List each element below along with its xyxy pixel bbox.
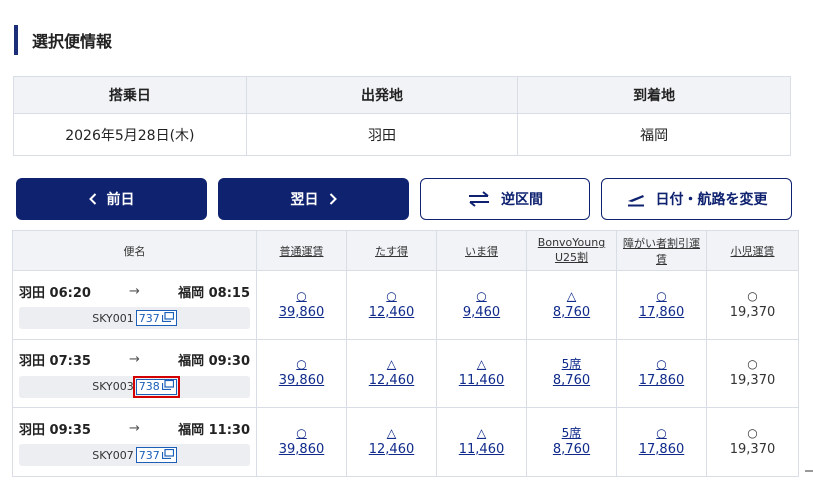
arrival-time: 福岡 08:15 bbox=[178, 285, 250, 301]
plane-takeoff-icon bbox=[626, 191, 646, 207]
departure-time: 羽田 09:35 bbox=[19, 422, 91, 438]
fare-cell[interactable]: 5席 8,760 bbox=[526, 407, 617, 477]
new-window-icon bbox=[161, 380, 174, 393]
fare-cell[interactable]: 5席 8,760 bbox=[526, 338, 617, 408]
flight-number-box: SKY003 738 bbox=[19, 375, 250, 398]
next-day-label: 翌日 bbox=[290, 192, 319, 208]
prev-day-button[interactable]: 前日 bbox=[16, 178, 207, 220]
departure-value: 羽田 bbox=[245, 113, 519, 156]
flight-number-box: SKY001 737 bbox=[19, 307, 250, 330]
fare-cell[interactable]: ○ 17,860 bbox=[616, 407, 707, 477]
fare-cell[interactable]: △ 12,460 bbox=[346, 338, 437, 408]
change-date-route-button[interactable]: 日付・航路を変更 bbox=[601, 178, 792, 220]
chevron-left-icon bbox=[88, 193, 97, 205]
flight-info-cell: 羽田 07:35 → 福岡 09:30 SKY003 738 bbox=[12, 338, 257, 408]
fare-header-child[interactable]: 小児運賃 bbox=[706, 230, 799, 271]
fare-cell[interactable]: ○ 17,860 bbox=[616, 338, 707, 408]
fare-cell[interactable]: △ 11,460 bbox=[436, 407, 527, 477]
boarding-date-header: 搭乗日 bbox=[13, 76, 247, 114]
route-arrow: → bbox=[129, 283, 140, 299]
fare-cell-child: ○ 19,370 bbox=[706, 270, 799, 340]
scrollbar-indicator[interactable] bbox=[805, 470, 813, 472]
flight-number: SKY003 bbox=[92, 380, 134, 394]
fare-header-row: 便名 普通運賃 たす得 いま得 BonvoYoung U25割 障がい者割引運賃… bbox=[12, 230, 799, 271]
swap-arrows-icon bbox=[467, 191, 491, 207]
arrival-time: 福岡 11:30 bbox=[178, 422, 250, 438]
arrival-time: 福岡 09:30 bbox=[178, 354, 250, 370]
fare-cell[interactable]: ○ 39,860 bbox=[256, 407, 347, 477]
aircraft-type-link[interactable]: 737 bbox=[135, 447, 177, 464]
fare-header-u25[interactable]: BonvoYoung U25割 bbox=[526, 230, 617, 271]
fare-header-tasutoku[interactable]: たす得 bbox=[346, 230, 437, 271]
fare-cell[interactable]: ○ 39,860 bbox=[256, 338, 347, 408]
selected-flight-info-table: 搭乗日 出発地 到着地 2026年5月28日(木) 羽田 福岡 bbox=[13, 76, 791, 156]
new-window-icon bbox=[161, 448, 174, 462]
flight-number-box: SKY007 737 bbox=[19, 444, 250, 467]
departure-header: 出発地 bbox=[245, 76, 519, 114]
reverse-route-label: 逆区間 bbox=[501, 192, 543, 208]
flight-name-header: 便名 bbox=[12, 230, 257, 271]
section-title-bar bbox=[14, 25, 18, 55]
fare-cell[interactable]: ○ 12,460 bbox=[346, 270, 437, 340]
flight-row: 羽田 06:20 → 福岡 08:15 SKY001 737 ○ 39,860 ○… bbox=[12, 270, 799, 340]
change-date-route-label: 日付・航路を変更 bbox=[655, 192, 768, 208]
fare-cell-child: ○ 19,370 bbox=[706, 407, 799, 477]
aircraft-type-link[interactable]: 737 bbox=[135, 310, 177, 327]
next-day-button[interactable]: 翌日 bbox=[218, 178, 409, 220]
flight-fare-table: 便名 普通運賃 たす得 いま得 BonvoYoung U25割 障がい者割引運賃… bbox=[12, 230, 799, 477]
aircraft-type-link-highlighted[interactable]: 738 bbox=[132, 375, 180, 398]
new-window-icon bbox=[161, 311, 174, 325]
fare-header-normal[interactable]: 普通運賃 bbox=[256, 230, 347, 271]
flight-row: 羽田 07:35 → 福岡 09:30 SKY003 738 ○ 39,860 △… bbox=[12, 338, 799, 408]
arrival-value: 福岡 bbox=[517, 113, 791, 156]
flight-number: SKY007 bbox=[92, 448, 134, 462]
fare-cell[interactable]: ○ 9,460 bbox=[436, 270, 527, 340]
chevron-right-icon bbox=[329, 193, 337, 205]
section-title: 選択便情報 bbox=[14, 24, 112, 56]
flight-info-cell: 羽田 06:20 → 福岡 08:15 SKY001 737 bbox=[12, 270, 257, 340]
flight-row: 羽田 09:35 → 福岡 11:30 SKY007 737 ○ 39,860 △… bbox=[12, 407, 799, 477]
fare-cell[interactable]: △ 8,760 bbox=[526, 270, 617, 340]
flight-info-cell: 羽田 09:35 → 福岡 11:30 SKY007 737 bbox=[12, 407, 257, 477]
fare-cell[interactable]: ○ 39,860 bbox=[256, 270, 347, 340]
arrival-header: 到着地 bbox=[517, 76, 791, 114]
departure-time: 羽田 06:20 bbox=[19, 285, 91, 301]
fare-cell[interactable]: △ 12,460 bbox=[346, 407, 437, 477]
route-arrow: → bbox=[129, 420, 140, 436]
fare-cell[interactable]: △ 11,460 bbox=[436, 338, 527, 408]
fare-cell-child: ○ 19,370 bbox=[706, 338, 799, 408]
fare-cell[interactable]: ○ 17,860 bbox=[616, 270, 707, 340]
flight-number: SKY001 bbox=[92, 311, 134, 325]
fare-header-imatoku[interactable]: いま得 bbox=[436, 230, 527, 271]
boarding-date-value: 2026年5月28日(木) bbox=[13, 113, 247, 156]
fare-header-disability[interactable]: 障がい者割引運賃 bbox=[616, 230, 707, 271]
prev-day-label: 前日 bbox=[106, 192, 135, 208]
route-arrow: → bbox=[129, 352, 140, 368]
section-title-text: 選択便情報 bbox=[32, 32, 113, 51]
reverse-route-button[interactable]: 逆区間 bbox=[420, 178, 590, 220]
departure-time: 羽田 07:35 bbox=[19, 354, 91, 370]
